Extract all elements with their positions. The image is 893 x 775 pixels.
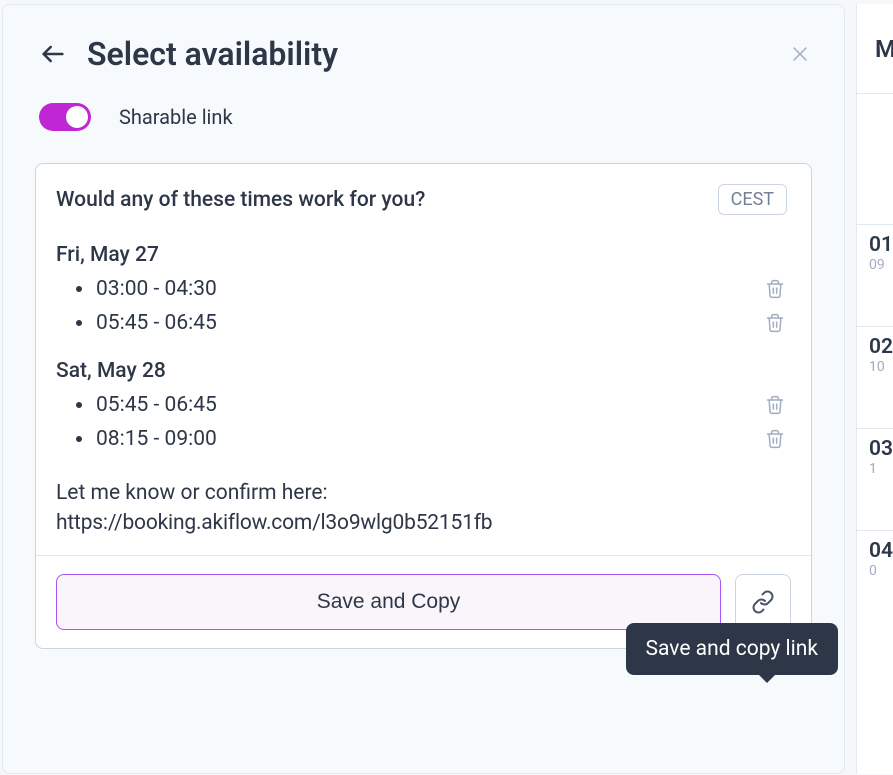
sharable-link-row: Sharable link xyxy=(35,103,812,131)
back-button[interactable] xyxy=(35,36,71,72)
copy-link-tooltip: Save and copy link xyxy=(626,623,838,675)
delete-slot-button[interactable] xyxy=(763,393,787,417)
list-item: 05:45 - 06:45 xyxy=(56,311,787,335)
list-item[interactable]: 03 1 xyxy=(857,428,893,530)
date-block: Sat, May 28 05:45 - 06:45 08:15 - 09:00 xyxy=(56,359,787,451)
close-button[interactable] xyxy=(788,42,812,66)
toggle-knob xyxy=(66,106,88,128)
trash-icon xyxy=(765,278,785,300)
timezone-badge[interactable]: CEST xyxy=(718,184,787,215)
trash-icon xyxy=(765,394,785,416)
side-number: 02 xyxy=(869,335,893,359)
time-slot: 03:00 - 04:30 xyxy=(96,277,763,301)
date-block: Fri, May 27 03:00 - 04:30 05:45 - 06:45 xyxy=(56,243,787,335)
side-number: 03 xyxy=(869,437,893,461)
bullet-icon xyxy=(76,320,82,326)
delete-slot-button[interactable] xyxy=(763,311,787,335)
side-subtext: 0 xyxy=(869,563,893,579)
list-item: 05:45 - 06:45 xyxy=(56,393,787,417)
date-label: Sat, May 28 xyxy=(56,359,787,383)
delete-slot-button[interactable] xyxy=(763,427,787,451)
delete-slot-button[interactable] xyxy=(763,277,787,301)
list-item[interactable]: 01 09 xyxy=(857,224,893,326)
time-slot: 08:15 - 09:00 xyxy=(96,427,763,451)
side-panel: M 01 09 02 10 03 1 04 0 xyxy=(856,4,893,774)
copy-link-button[interactable] xyxy=(735,574,791,630)
prompt-row: Would any of these times work for you? C… xyxy=(56,184,787,215)
booking-url: https://booking.akiflow.com/l3o9wlg0b521… xyxy=(56,511,787,535)
prompt-text: Would any of these times work for you? xyxy=(56,188,425,212)
sharable-link-toggle[interactable] xyxy=(39,103,91,131)
availability-dialog: Select availability Sharable link Would … xyxy=(2,4,845,774)
confirm-label: Let me know or confirm here: xyxy=(56,481,787,505)
link-icon xyxy=(751,590,775,614)
list-item: 08:15 - 09:00 xyxy=(56,427,787,451)
trash-icon xyxy=(765,428,785,450)
side-number: 04 xyxy=(869,539,893,563)
side-subtext: 09 xyxy=(869,257,893,273)
toggle-label: Sharable link xyxy=(119,105,233,129)
side-body: 01 09 02 10 03 1 04 0 xyxy=(857,94,893,632)
dialog-header: Select availability xyxy=(35,35,812,73)
side-subtext: 10 xyxy=(869,359,893,375)
save-and-copy-button[interactable]: Save and Copy xyxy=(56,574,721,630)
list-item[interactable]: 02 10 xyxy=(857,326,893,428)
trash-icon xyxy=(765,312,785,334)
time-slot: 05:45 - 06:45 xyxy=(96,311,763,335)
availability-card: Would any of these times work for you? C… xyxy=(35,163,812,649)
bullet-icon xyxy=(76,286,82,292)
time-slot: 05:45 - 06:45 xyxy=(96,393,763,417)
side-number: 01 xyxy=(869,233,893,257)
bullet-icon xyxy=(76,402,82,408)
side-subtext: 1 xyxy=(869,461,893,477)
card-body: Would any of these times work for you? C… xyxy=(36,164,811,555)
list-item[interactable]: 04 0 xyxy=(857,530,893,632)
page-title: Select availability xyxy=(87,35,788,73)
bullet-icon xyxy=(76,436,82,442)
date-label: Fri, May 27 xyxy=(56,243,787,267)
side-header: M xyxy=(857,4,893,94)
list-item: 03:00 - 04:30 xyxy=(56,277,787,301)
